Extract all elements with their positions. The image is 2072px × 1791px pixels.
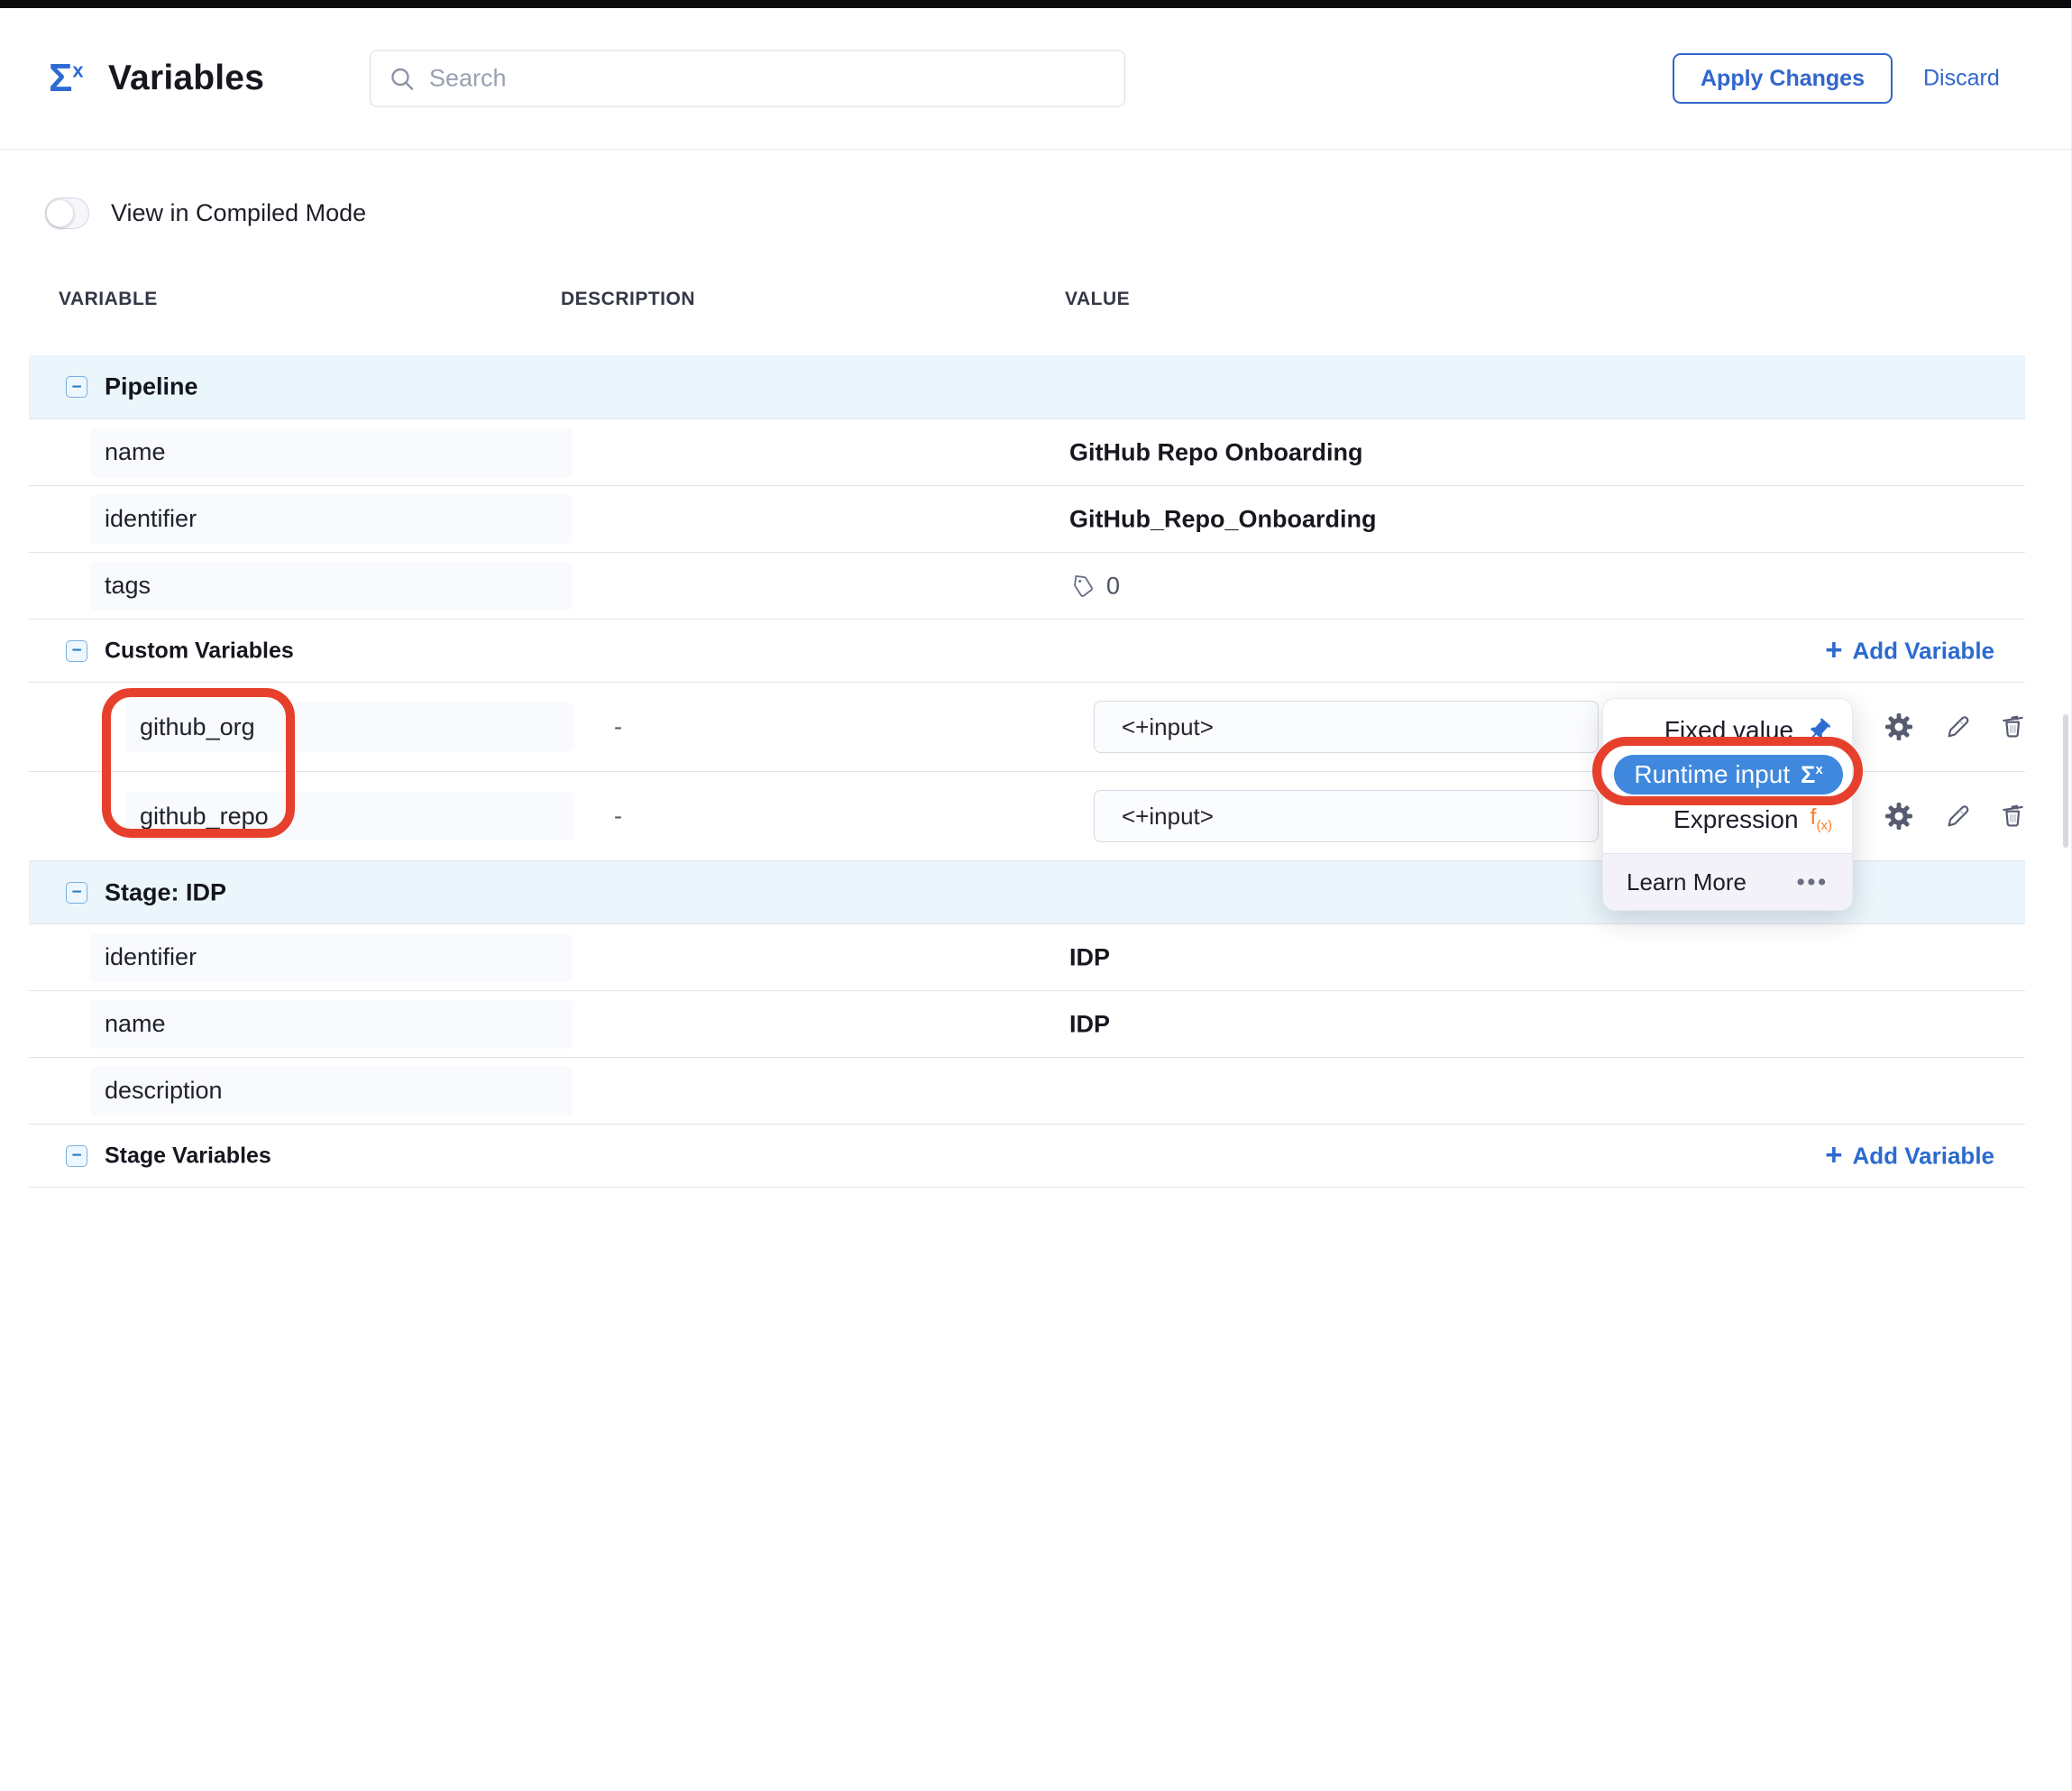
menu-item-expression[interactable]: Expression f(x)	[1603, 797, 1852, 841]
collapse-icon[interactable]: −	[66, 640, 87, 662]
tag-icon	[1069, 572, 1097, 600]
column-header-description: DESCRIPTION	[561, 289, 695, 310]
page-title: Variables	[108, 59, 264, 98]
delete-icon[interactable]	[1997, 711, 2030, 743]
variable-name-chip: name	[90, 428, 573, 477]
table-row-pipeline-tags: tags 0	[29, 552, 2025, 619]
search-box[interactable]	[370, 51, 1125, 107]
column-header-variable: VARIABLE	[59, 289, 158, 310]
edit-icon[interactable]	[1942, 800, 1975, 832]
value-input-field[interactable]: <+input>	[1094, 790, 1599, 842]
ellipsis-icon[interactable]: •••	[1797, 869, 1829, 896]
runtime-input-sigma-icon: Σx	[1801, 763, 1823, 787]
pipeline-section-row: − Pipeline	[29, 355, 2025, 418]
settings-icon[interactable]	[1883, 711, 1915, 743]
settings-icon[interactable]	[1883, 800, 1915, 832]
scrollbar-thumb[interactable]	[2063, 714, 2068, 848]
table-row-pipeline-name: name GitHub Repo Onboarding	[29, 418, 2025, 485]
description-cell: -	[614, 713, 622, 741]
value-input-field[interactable]: <+input>	[1094, 701, 1599, 753]
collapse-icon[interactable]: −	[66, 882, 87, 904]
variable-name-chip: tags	[90, 562, 573, 611]
menu-item-runtime-input[interactable]: Runtime input Σx	[1614, 755, 1843, 794]
custom-variable-name-chip: github_repo	[125, 792, 573, 840]
compiled-mode-label: View in Compiled Mode	[111, 199, 366, 227]
edit-icon[interactable]	[1942, 711, 1975, 743]
window-top-strip	[0, 0, 2071, 8]
stage-variables-section-row: − Stage Variables + Add Variable	[29, 1124, 2025, 1187]
pin-icon	[1805, 717, 1832, 744]
pipeline-identifier-value: GitHub_Repo_Onboarding	[1069, 505, 1377, 533]
stage-section-label: Stage: IDP	[105, 878, 226, 906]
delete-icon[interactable]	[1997, 800, 2030, 832]
menu-item-fixed-value[interactable]: Fixed value	[1603, 708, 1852, 752]
stage-name-value: IDP	[1069, 1010, 1110, 1038]
custom-variable-name-chip: github_org	[125, 703, 573, 751]
compiled-mode-row: View in Compiled Mode	[45, 197, 2071, 229]
tags-count: 0	[1106, 572, 1120, 600]
pipeline-name-value: GitHub Repo Onboarding	[1069, 438, 1362, 466]
compiled-mode-toggle[interactable]	[45, 197, 89, 229]
toggle-knob	[46, 199, 74, 227]
column-header-value: VALUE	[1065, 289, 1130, 310]
variable-name-chip: name	[90, 1000, 573, 1049]
add-variable-button[interactable]: + Add Variable	[1825, 1142, 1994, 1170]
apply-changes-button[interactable]: Apply Changes	[1673, 53, 1893, 104]
table-row-stage-identifier: identifier IDP	[29, 923, 2025, 990]
variable-name-chip: description	[90, 1067, 573, 1116]
variable-name-chip: identifier	[90, 933, 573, 982]
menu-footer: Learn More •••	[1603, 853, 1852, 910]
expression-fx-icon: f(x)	[1811, 806, 1832, 832]
add-variable-button[interactable]: + Add Variable	[1825, 637, 1994, 665]
table-row-stage-name: name IDP	[29, 990, 2025, 1057]
stage-identifier-value: IDP	[1069, 943, 1110, 971]
variable-name-chip: identifier	[90, 495, 573, 544]
plus-icon: +	[1825, 635, 1842, 665]
custom-variables-section-row: − Custom Variables + Add Variable	[29, 619, 2025, 682]
discard-button[interactable]: Discard	[1923, 66, 2000, 92]
pipeline-section-label: Pipeline	[105, 373, 198, 401]
variables-panel: Σx Variables Apply Changes Discard View …	[0, 0, 2072, 1791]
table-row-pipeline-identifier: identifier GitHub_Repo_Onboarding	[29, 485, 2025, 552]
stage-variables-label: Stage Variables	[105, 1143, 271, 1169]
plus-icon: +	[1825, 1140, 1842, 1170]
header: Σx Variables Apply Changes Discard	[0, 8, 2071, 150]
collapse-icon[interactable]: −	[66, 1145, 87, 1167]
search-input[interactable]	[429, 65, 1106, 93]
table-column-headers: VARIABLE DESCRIPTION VALUE	[29, 289, 2025, 325]
search-icon	[389, 65, 416, 92]
custom-variables-label: Custom Variables	[105, 638, 294, 664]
learn-more-link[interactable]: Learn More	[1627, 868, 1747, 896]
value-type-menu: Fixed value Runtime input Σx Expression …	[1602, 698, 1853, 911]
description-cell: -	[614, 803, 622, 831]
runtime-input-sigma-icon: Σx	[49, 59, 84, 98]
table-row-stage-description: description	[29, 1057, 2025, 1124]
pipeline-tags-value: 0	[1069, 572, 1120, 600]
collapse-icon[interactable]: −	[66, 376, 87, 398]
